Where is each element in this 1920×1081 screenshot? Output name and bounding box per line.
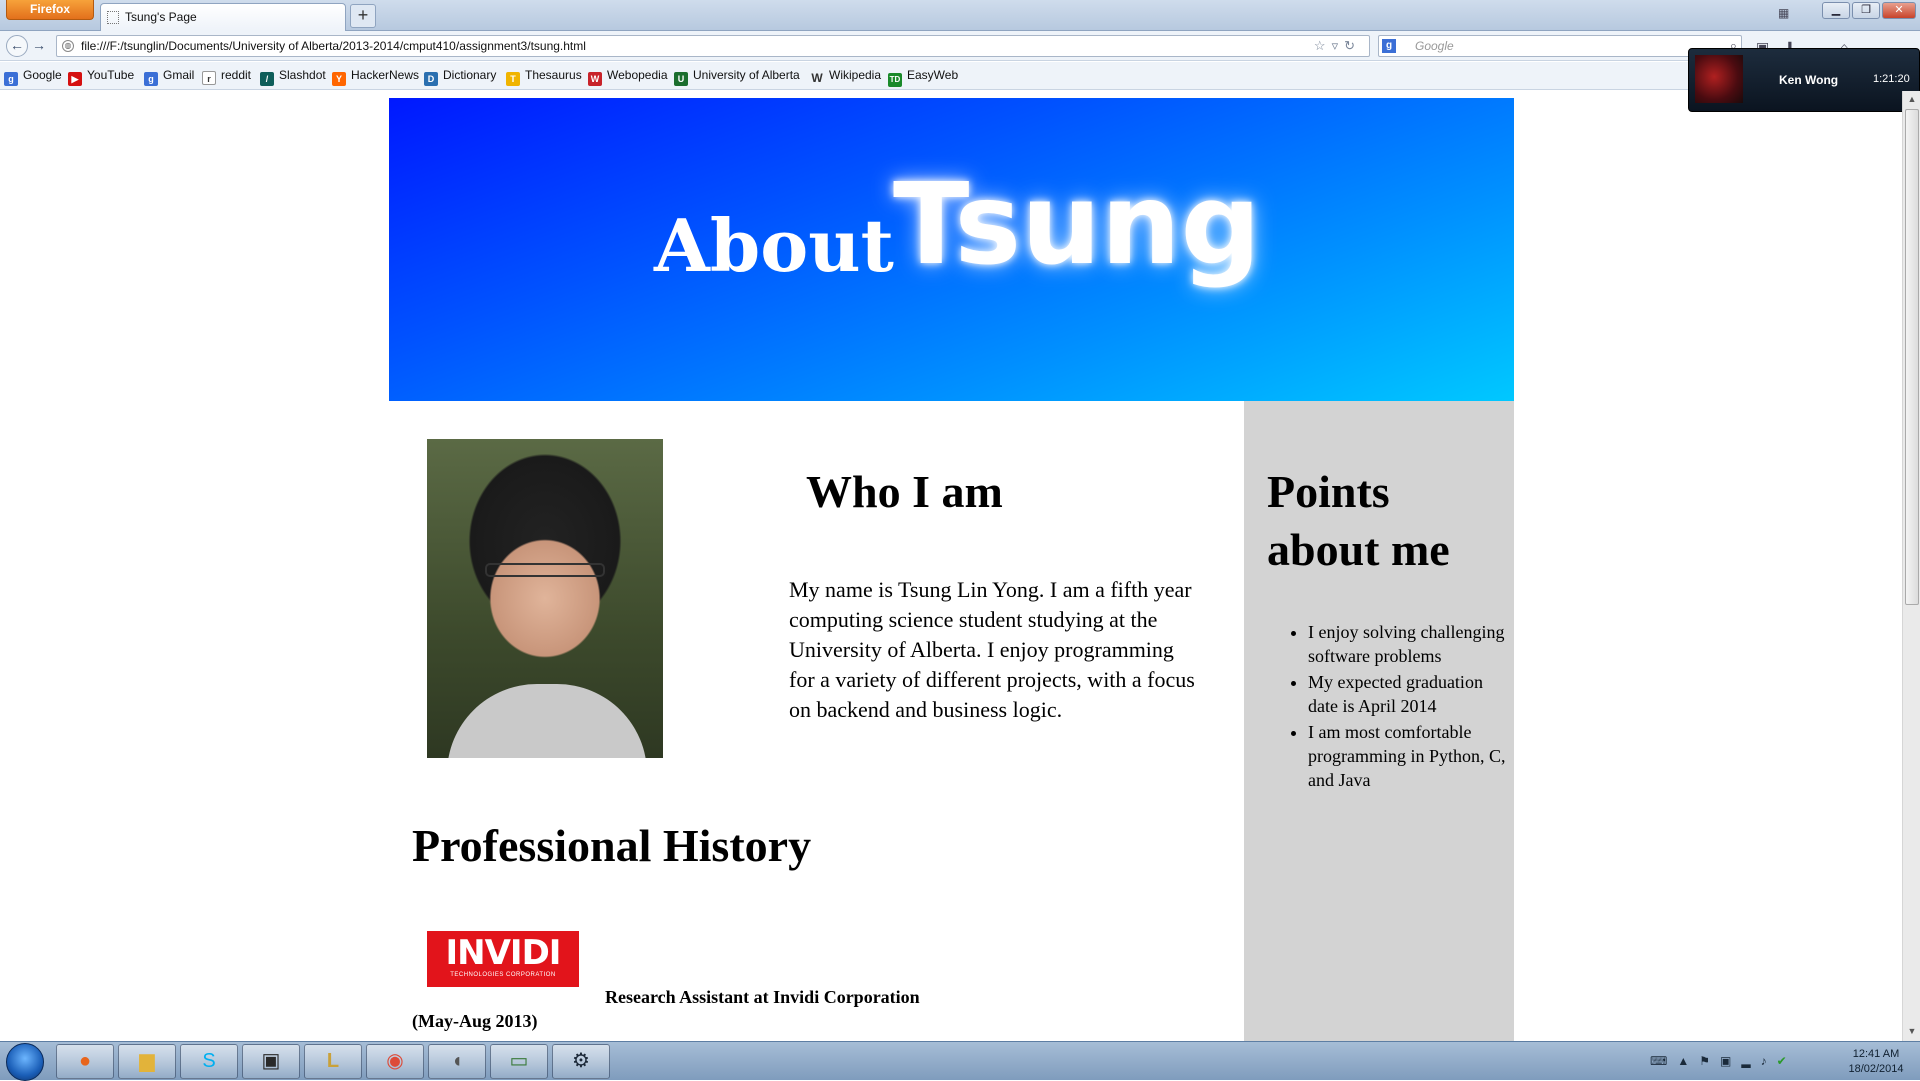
bookmark-easyweb[interactable]: TD EasyWeb [888, 62, 958, 88]
display-icon[interactable]: ▣ [1720, 1054, 1741, 1068]
bookmark-star-icon[interactable]: ☆ [1314, 38, 1332, 53]
volume-icon[interactable]: ♪ [1761, 1054, 1777, 1068]
explorer-icon[interactable]: ▆ [118, 1044, 176, 1079]
google-icon: g [4, 72, 18, 86]
list-item: I am most comfortable programming in Pyt… [1308, 720, 1506, 792]
show-hidden-icons[interactable]: ▲ [1677, 1054, 1699, 1068]
skype-call-widget[interactable]: Ken Wong 1:21:20 [1688, 48, 1920, 112]
webopedia-icon: W [588, 72, 602, 86]
caller-video-thumbnail [1695, 55, 1743, 103]
shirt-shape [447, 684, 647, 758]
call-duration: 1:21:20 [1873, 73, 1910, 85]
header-banner: About Tsung [389, 98, 1514, 401]
mouse-icon[interactable]: ◖ [428, 1044, 486, 1079]
monitor-icon[interactable]: ▭ [490, 1044, 548, 1079]
bookmark-hackernews[interactable]: Y HackerNews [332, 62, 419, 88]
wikipedia-icon: W [811, 71, 823, 85]
minimize-button[interactable]: ▁ [1822, 2, 1850, 19]
caller-name: Ken Wong [1779, 73, 1839, 87]
ualberta-icon: U [674, 72, 688, 86]
bookmark-webopedia[interactable]: W Webopedia [588, 62, 668, 88]
forward-icon[interactable]: → [32, 37, 46, 53]
scroll-up-icon[interactable]: ▲ [1905, 91, 1919, 107]
invidi-logo-subtext: TECHNOLOGIES CORPORATION [450, 972, 556, 978]
security-icon[interactable]: ✔ [1777, 1054, 1797, 1068]
title-bar: Firefox Tsung's Page + ▦ ▁ ❐ ✕ [0, 0, 1920, 31]
tab-title: Tsung's Page [125, 10, 197, 24]
search-placeholder: Google [1415, 39, 1454, 53]
gmail-icon: g [144, 72, 158, 86]
system-tray[interactable]: ⌨▲⚑▣▂♪✔ [1650, 1054, 1797, 1068]
tab-list-icon[interactable]: ▦ [1778, 6, 1789, 20]
bookmark-slashdot[interactable]: / Slashdot [260, 62, 326, 88]
bookmark-dictionary[interactable]: D Dictionary [424, 62, 496, 88]
league-icon[interactable]: L [304, 1044, 362, 1079]
job-role: Research Assistant at Invidi Corporation [605, 987, 920, 1007]
reload-icon[interactable]: ↻ [1344, 38, 1361, 53]
vertical-scrollbar[interactable]: ▲ ▼ [1902, 91, 1920, 1041]
easyweb-icon: TD [888, 73, 902, 87]
glasses-shape [485, 563, 605, 577]
bookmark-reddit[interactable]: r reddit [202, 62, 251, 88]
navigation-bar: ← → ◍ file:///F:/tsunglin/Documents/Univ… [0, 31, 1920, 61]
youtube-icon: ▶ [68, 72, 82, 86]
professional-history-heading: Professional History [412, 820, 812, 871]
start-button[interactable] [6, 1043, 44, 1081]
taskbar: ● ▆ S ▣ L ◉ ◖ ▭ ⚙ ⌨▲⚑▣▂♪✔ 12:41 AM 18/02… [0, 1041, 1920, 1081]
flag-icon[interactable]: ⚑ [1699, 1054, 1720, 1068]
search-engine-icon[interactable]: g [1382, 39, 1396, 53]
restore-button[interactable]: ❐ [1852, 2, 1880, 19]
bookmark-thesaurus[interactable]: T Thesaurus [506, 62, 582, 88]
firefox-icon[interactable]: ● [56, 1044, 114, 1079]
bookmark-wikipedia[interactable]: W Wikipedia [810, 62, 881, 88]
banner-name-text: Tsung [893, 160, 1261, 290]
invidi-logo: INVIDI TECHNOLOGIES CORPORATION [427, 931, 579, 987]
history-dropdown-icon[interactable]: ▿ [1332, 38, 1345, 53]
keyboard-icon[interactable]: ⌨ [1650, 1054, 1677, 1068]
globe-icon: ◍ [62, 40, 74, 52]
page-icon [107, 11, 119, 24]
job-dates: (May-Aug 2013) [412, 1011, 538, 1031]
list-item: My expected graduation date is April 201… [1308, 670, 1506, 718]
new-tab-button[interactable]: + [350, 4, 376, 28]
sidebar: Points about me I enjoy solving challeng… [1244, 401, 1514, 1041]
terminal-icon[interactable]: ▣ [242, 1044, 300, 1079]
dictionary-icon: D [424, 72, 438, 86]
banner-about-text: About [654, 203, 894, 288]
who-i-am-heading: Who I am [806, 466, 1003, 517]
back-icon[interactable]: ← [6, 35, 28, 57]
system-clock[interactable]: 12:41 AM 18/02/2014 [1836, 1047, 1916, 1077]
scroll-down-icon[interactable]: ▼ [1905, 1023, 1919, 1039]
reddit-icon: r [202, 71, 216, 85]
network-icon[interactable]: ▂ [1741, 1054, 1760, 1068]
main-content: Who I am My name is Tsung Lin Yong. I am… [389, 401, 1244, 1041]
list-item: I enjoy solving challenging software pro… [1308, 620, 1506, 668]
profile-photo [427, 439, 663, 758]
bookmarks-bar: g Google ▶ YouTube g Gmail r reddit / Slashdo… [0, 62, 1920, 90]
url-bar[interactable]: ◍ file:///F:/tsunglin/Documents/Universi… [56, 35, 1370, 57]
bio-paragraph: My name is Tsung Lin Yong. I am a fifth … [789, 577, 1195, 722]
clock-time: 12:41 AM [1852, 1048, 1900, 1060]
clock-date: 18/02/2014 [1848, 1063, 1904, 1075]
points-list: I enjoy solving challenging software pro… [1276, 620, 1506, 794]
bookmark-google[interactable]: g Google [4, 62, 62, 88]
invidi-logo-text: INVIDI [445, 933, 562, 973]
sidebar-heading: Points about me [1267, 466, 1450, 575]
thesaurus-icon: T [506, 72, 520, 86]
bookmark-youtube[interactable]: ▶ YouTube [68, 62, 134, 88]
slashdot-icon: / [260, 72, 274, 86]
firefox-menu-button[interactable]: Firefox [6, 0, 94, 20]
hackernews-icon: Y [332, 72, 346, 86]
close-button[interactable]: ✕ [1882, 2, 1916, 19]
url-tools: ☆▿↻ [1314, 36, 1361, 56]
chrome-icon[interactable]: ◉ [366, 1044, 424, 1079]
steam-icon[interactable]: ⚙ [552, 1044, 610, 1079]
skype-icon[interactable]: S [180, 1044, 238, 1079]
scrollbar-thumb[interactable] [1905, 109, 1919, 605]
bookmark-gmail[interactable]: g Gmail [144, 62, 194, 88]
tab-tsungs-page[interactable]: Tsung's Page [100, 3, 346, 31]
url-text: file:///F:/tsunglin/Documents/University… [81, 39, 586, 53]
bookmark-ualberta[interactable]: U University of Alberta [674, 62, 800, 88]
